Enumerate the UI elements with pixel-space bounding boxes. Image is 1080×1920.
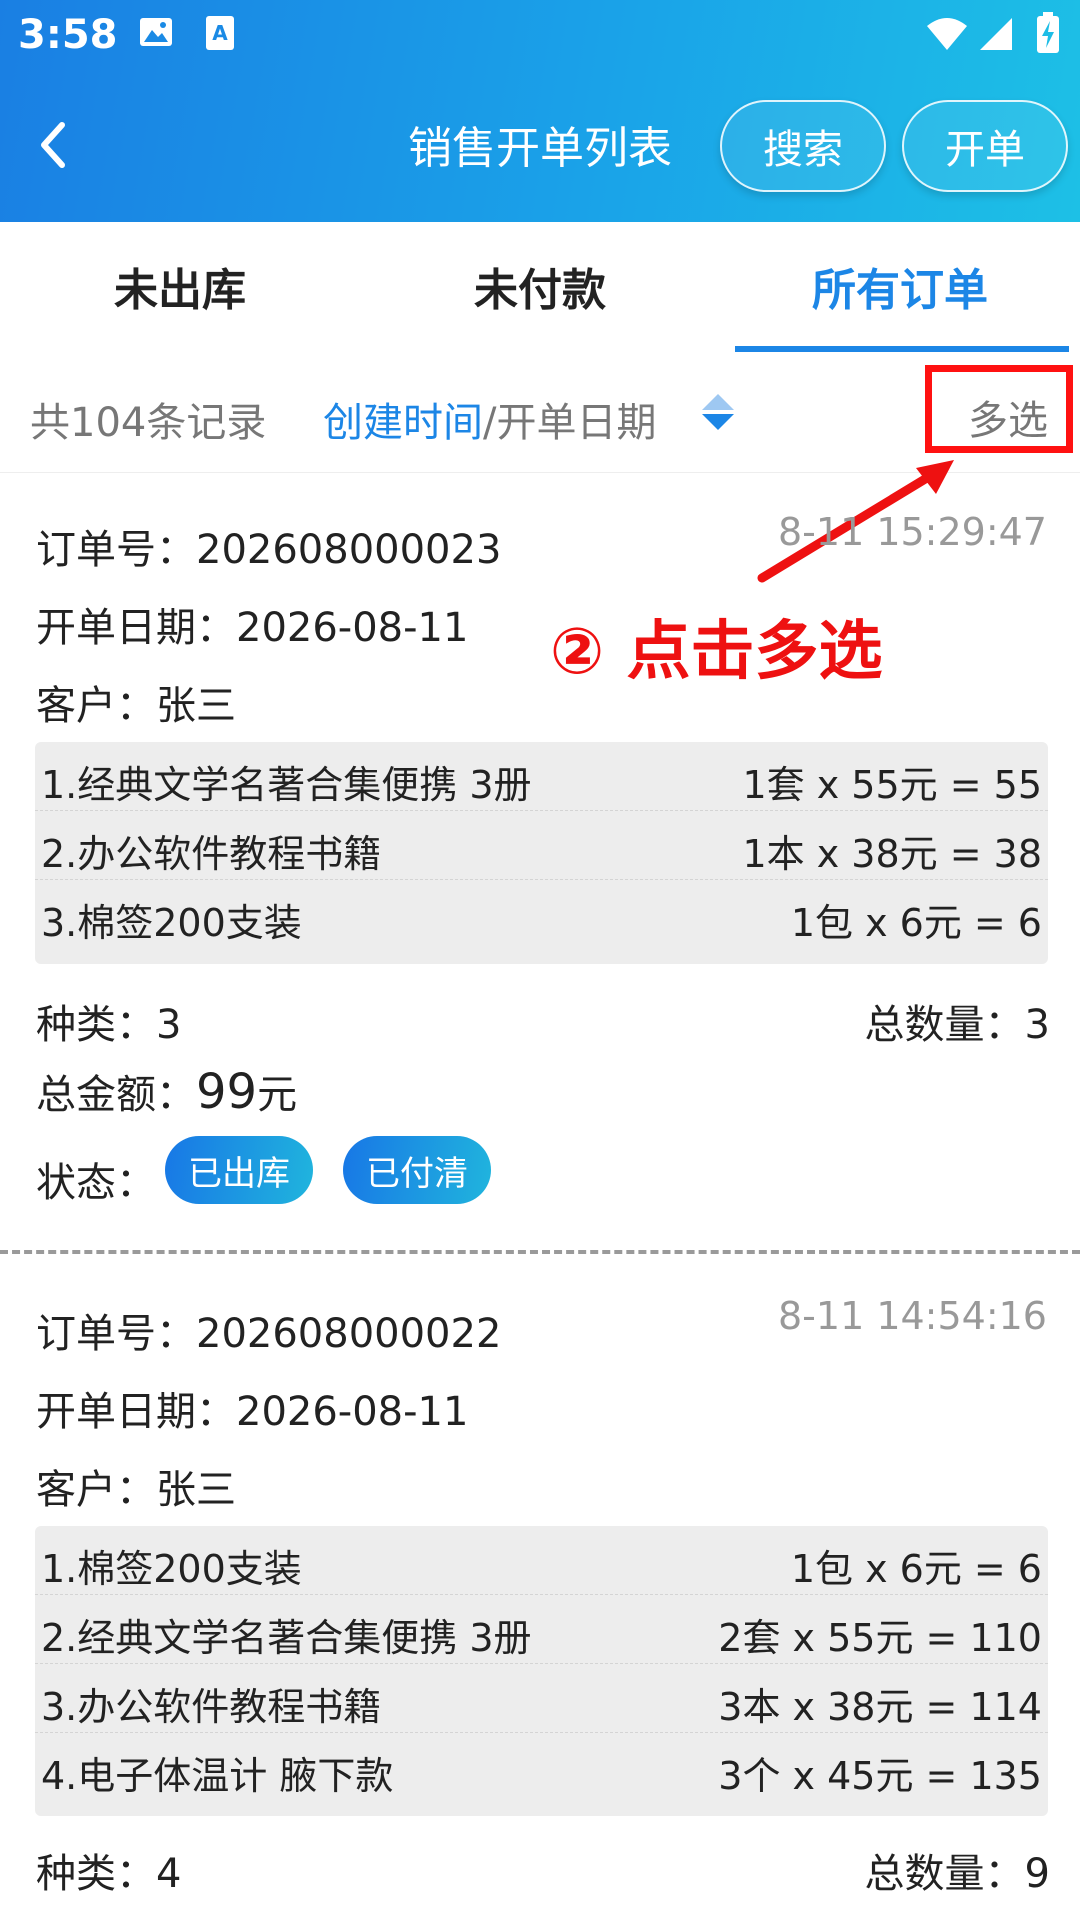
total-quantity: 总数量：3 xyxy=(864,1002,1050,1048)
total-amount-value: 99 xyxy=(196,1064,258,1120)
app-notification-icon: A xyxy=(204,14,236,56)
wifi-icon xyxy=(925,16,969,56)
list-item: 2.经典文学名著合集便携 3册 2套 x 55元 = 110 xyxy=(35,1595,1048,1664)
item-subtotal: 3本 x 38元 = 114 xyxy=(718,1685,1042,1729)
list-item: 3.办公软件教程书籍 3本 x 38元 = 114 xyxy=(35,1664,1048,1733)
total-amount-label: 总金额： xyxy=(36,1072,196,1118)
kinds-count: 种类：4 xyxy=(36,1851,182,1897)
item-list: 1.经典文学名著合集便携 3册 1套 x 55元 = 55 2.办公软件教程书籍… xyxy=(35,742,1048,964)
item-subtotal: 2套 x 55元 = 110 xyxy=(718,1616,1042,1660)
chevron-left-icon xyxy=(41,122,65,168)
item-name: 3.办公软件教程书籍 xyxy=(41,1685,382,1729)
status-badge-paid: 已付清 xyxy=(343,1136,491,1204)
order-tabs: 未出库 未付款 所有订单 xyxy=(0,222,1080,352)
item-name: 2.经典文学名著合集便携 3册 xyxy=(41,1616,532,1660)
battery-charging-icon xyxy=(1036,12,1060,58)
kinds-count: 种类：3 xyxy=(36,1002,182,1048)
sort-toggle-icon[interactable] xyxy=(700,390,736,434)
list-item: 1.棉签200支装 1包 x 6元 = 6 xyxy=(35,1526,1048,1595)
customer-name: 客户：张三 xyxy=(36,683,236,729)
tab-unpaid[interactable]: 未付款 xyxy=(360,254,720,318)
customer-name: 客户：张三 xyxy=(36,1467,236,1513)
tab-all-orders[interactable]: 所有订单 xyxy=(720,254,1080,318)
status-label: 状态： xyxy=(36,1160,156,1206)
page-title: 销售开单列表 xyxy=(408,123,672,174)
item-subtotal: 1本 x 38元 = 38 xyxy=(742,832,1042,876)
sort-selector[interactable]: 创建时间/开单日期 xyxy=(323,390,656,448)
order-card[interactable]: 订单号：202608000022 8-11 14:54:16 开单日期：2026… xyxy=(0,1256,1080,1920)
item-name: 1.棉签200支装 xyxy=(41,1547,302,1591)
order-number: 订单号：202608000023 xyxy=(36,527,502,573)
list-item: 4.电子体温计 腋下款 3个 x 45元 = 135 xyxy=(35,1733,1048,1801)
order-timestamp: 8-11 15:29:47 xyxy=(778,510,1047,554)
sort-order-date[interactable]: /开单日期 xyxy=(483,400,656,446)
order-card[interactable]: 订单号：202608000023 8-11 15:29:47 开单日期：2026… xyxy=(0,472,1080,1242)
item-subtotal: 1套 x 55元 = 55 xyxy=(742,763,1042,807)
item-name: 3.棉签200支装 xyxy=(41,901,302,945)
list-item: 1.经典文学名著合集便携 3册 1套 x 55元 = 55 xyxy=(35,742,1048,811)
item-subtotal: 1包 x 6元 = 6 xyxy=(790,1547,1042,1591)
total-amount-unit: 元 xyxy=(257,1072,298,1118)
list-item: 2.办公软件教程书籍 1本 x 38元 = 38 xyxy=(35,811,1048,880)
svg-text:A: A xyxy=(212,21,228,45)
order-date: 开单日期：2026-08-11 xyxy=(36,605,469,651)
order-number: 订单号：202608000022 xyxy=(36,1311,502,1357)
cell-signal-icon xyxy=(978,16,1014,56)
item-name: 2.办公软件教程书籍 xyxy=(41,832,382,876)
status-time: 3:58 xyxy=(18,12,118,58)
item-subtotal: 3个 x 45元 = 135 xyxy=(718,1754,1042,1798)
item-name: 4.电子体温计 腋下款 xyxy=(41,1754,394,1798)
tab-not-shipped[interactable]: 未出库 xyxy=(0,254,360,318)
search-button[interactable]: 搜索 xyxy=(720,100,886,192)
order-divider xyxy=(0,1250,1080,1254)
total-quantity: 总数量：9 xyxy=(864,1851,1050,1897)
order-date: 开单日期：2026-08-11 xyxy=(36,1389,469,1435)
item-name: 1.经典文学名著合集便携 3册 xyxy=(41,763,532,807)
gallery-icon xyxy=(138,14,174,54)
sort-created-time[interactable]: 创建时间 xyxy=(323,400,483,446)
app-header: 3:58 A 销售开单列表 搜索 开单 xyxy=(0,0,1080,222)
record-count: 共104条记录 xyxy=(30,400,267,446)
back-button[interactable] xyxy=(30,115,80,175)
order-timestamp: 8-11 14:54:16 xyxy=(778,1294,1047,1338)
item-subtotal: 1包 x 6元 = 6 xyxy=(790,901,1042,945)
list-item: 3.棉签200支装 1包 x 6元 = 6 xyxy=(35,880,1048,948)
highlight-box xyxy=(925,365,1073,453)
item-list: 1.棉签200支装 1包 x 6元 = 6 2.经典文学名著合集便携 3册 2套… xyxy=(35,1526,1048,1816)
total-amount: 总金额：99元 xyxy=(36,1062,297,1120)
status-bar: 3:58 A xyxy=(0,0,1080,75)
create-order-button[interactable]: 开单 xyxy=(902,100,1068,192)
status-badge-shipped: 已出库 xyxy=(165,1136,313,1204)
